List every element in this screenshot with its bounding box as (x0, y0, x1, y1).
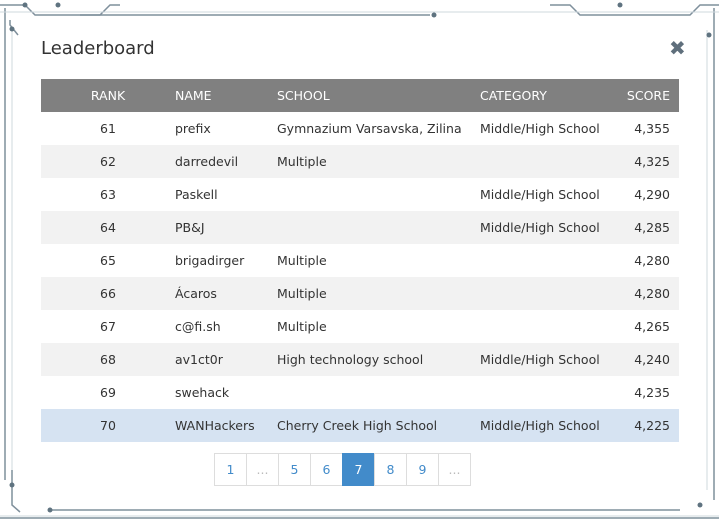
cell-category: Middle/High School (480, 187, 600, 202)
cell-rank: 69 (100, 385, 116, 400)
cell-school (277, 376, 480, 409)
table-row: 70 WANHackers Cherry Creek High School Midd… (41, 409, 679, 442)
cell-school (277, 178, 480, 211)
page-button-5[interactable]: 5 (278, 453, 311, 486)
cell-school (277, 211, 480, 244)
page-button-6[interactable]: 6 (310, 453, 343, 486)
cell-school: Multiple (277, 253, 327, 268)
cell-rank: 61 (100, 121, 116, 136)
cell-score: 4,285 (620, 211, 679, 244)
cell-name: darredevil (175, 145, 277, 178)
cell-category (480, 376, 620, 409)
cell-category: Middle/High School (480, 343, 620, 376)
table-row: 65 brigadirger Multiple 4,280 (41, 244, 679, 277)
page-button-9[interactable]: 9 (406, 453, 439, 486)
column-header-name[interactable]: NAME (175, 79, 277, 112)
cell-category: Middle/High School (480, 211, 620, 244)
cell-school: High technology school (277, 343, 480, 376)
table-row: 66 Ácaros Multiple 4,280 (41, 277, 679, 310)
cell-score: 4,240 (620, 343, 679, 376)
cell-category (480, 145, 620, 178)
modal-title: Leaderboard (41, 38, 155, 59)
cell-rank: 70 (41, 409, 175, 442)
column-header-rank[interactable]: RANK (41, 79, 175, 112)
close-icon[interactable]: ✖ (669, 36, 686, 60)
cell-name: Ácaros (175, 277, 277, 310)
cell-category: Middle/High School (480, 409, 620, 442)
cell-name: swehack (175, 385, 230, 400)
cell-name: Paskell (175, 187, 218, 202)
page-button-7[interactable]: 7 (342, 453, 375, 486)
cell-score: 4,355 (634, 121, 670, 136)
cell-school: Multiple (277, 145, 480, 178)
cell-score: 4,225 (620, 409, 679, 442)
table-row: 64 PB&J Middle/High School 4,285 (41, 211, 679, 244)
cell-rank: 68 (41, 343, 175, 376)
cell-rank: 66 (41, 277, 175, 310)
table-row: 68 av1ct0r High technology school Middle/Hi… (41, 343, 679, 376)
cell-school: Gymnazium Varsavska, Zilina (277, 121, 462, 136)
cell-rank: 67 (100, 319, 116, 334)
cell-name: PB&J (175, 211, 277, 244)
column-header-category[interactable]: CATEGORY (480, 79, 620, 112)
cell-name: brigadirger (175, 253, 245, 268)
cell-rank: 65 (100, 253, 116, 268)
cell-score: 4,280 (634, 253, 670, 268)
cell-rank: 64 (41, 211, 175, 244)
table-row: 62 darredevil Multiple 4,325 (41, 145, 679, 178)
table-row: 61 prefix Gymnazium Varsavska, Zilina Middl… (41, 112, 679, 145)
page-button-8[interactable]: 8 (374, 453, 407, 486)
cell-name: av1ct0r (175, 343, 277, 376)
cell-name: prefix (175, 121, 211, 136)
cell-score: 4,265 (634, 319, 670, 334)
table-row: 69 swehack 4,235 (41, 376, 679, 409)
cell-rank: 63 (100, 187, 116, 202)
page-button-1[interactable]: 1 (214, 453, 247, 486)
table-header: RANK NAME SCHOOL CATEGORY SCORE (41, 79, 679, 112)
cell-score: 4,325 (620, 145, 679, 178)
cell-category: Middle/High School (480, 121, 600, 136)
cell-school: Multiple (277, 277, 480, 310)
pagination: 1... 5 6 7 8 9... (214, 453, 471, 486)
cell-school: Cherry Creek High School (277, 409, 480, 442)
cell-score: 4,235 (634, 385, 670, 400)
table-row: 67 c@fi.sh Multiple 4,265 (41, 310, 679, 343)
leaderboard-table: RANK NAME SCHOOL CATEGORY SCORE 61 prefix… (41, 79, 679, 442)
page-ellipsis[interactable]: ... (246, 453, 279, 486)
cell-score: 4,290 (634, 187, 670, 202)
cell-name: c@fi.sh (175, 319, 221, 334)
column-header-school[interactable]: SCHOOL (277, 79, 480, 112)
page-ellipsis[interactable]: ... (438, 453, 471, 486)
cell-rank: 62 (41, 145, 175, 178)
cell-score: 4,280 (620, 277, 679, 310)
cell-name: WANHackers (175, 409, 277, 442)
cell-category (480, 310, 620, 343)
cell-category (480, 244, 620, 277)
table-row: 63 Paskell Middle/High School 4,290 (41, 178, 679, 211)
cell-school: Multiple (277, 319, 327, 334)
column-header-score[interactable]: SCORE (620, 79, 679, 112)
cell-category (480, 277, 620, 310)
